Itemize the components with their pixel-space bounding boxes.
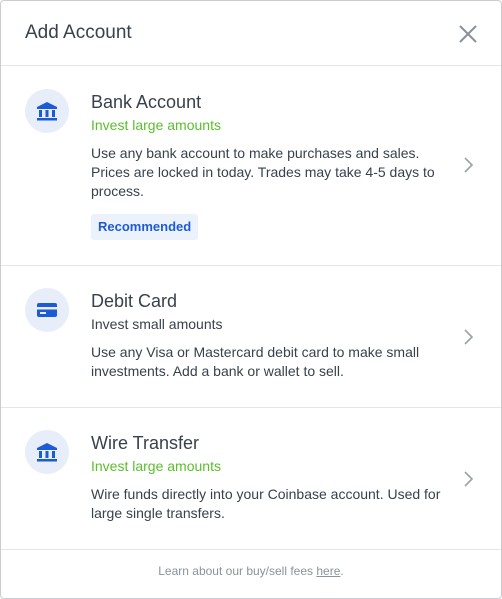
option-title: Debit Card — [91, 291, 178, 311]
option-description: Use any Visa or Mastercard debit card to… — [91, 344, 420, 379]
recommended-badge: Recommended — [91, 214, 199, 240]
option-subtitle: Invest large amounts — [91, 458, 221, 474]
dialog-title: Add Account — [25, 22, 132, 43]
chevron-right-icon — [462, 156, 474, 174]
close-icon[interactable] — [457, 23, 479, 45]
option-bank-account[interactable]: Bank Account Invest large amounts Use an… — [1, 67, 501, 266]
bank-icon — [25, 89, 69, 133]
option-title: Bank Account — [91, 92, 202, 112]
chevron-right-icon — [462, 328, 474, 346]
option-subtitle: Invest small amounts — [91, 316, 223, 332]
add-account-dialog: Add Account Bank Account Invest large am… — [0, 0, 502, 599]
option-title: Wire Transfer — [91, 433, 200, 453]
option-description: Use any bank account to make purchases a… — [91, 145, 435, 199]
credit-card-icon — [25, 288, 69, 332]
footer-period: . — [340, 564, 344, 578]
option-debit-card[interactable]: Debit Card Invest small amounts Use any … — [1, 266, 501, 408]
fees-link[interactable]: here — [316, 564, 340, 578]
dialog-header: Add Account — [1, 1, 501, 66]
chevron-right-icon — [462, 470, 474, 488]
option-wire-transfer[interactable]: Wire Transfer Invest large amounts Wire … — [1, 408, 501, 550]
bank-icon — [25, 430, 69, 474]
footer-text: Learn about our buy/sell fees — [158, 564, 317, 578]
option-description: Wire funds directly into your Coinbase a… — [91, 486, 441, 521]
fees-footer: Learn about our buy/sell fees here. — [1, 564, 501, 578]
option-subtitle: Invest large amounts — [91, 117, 221, 133]
